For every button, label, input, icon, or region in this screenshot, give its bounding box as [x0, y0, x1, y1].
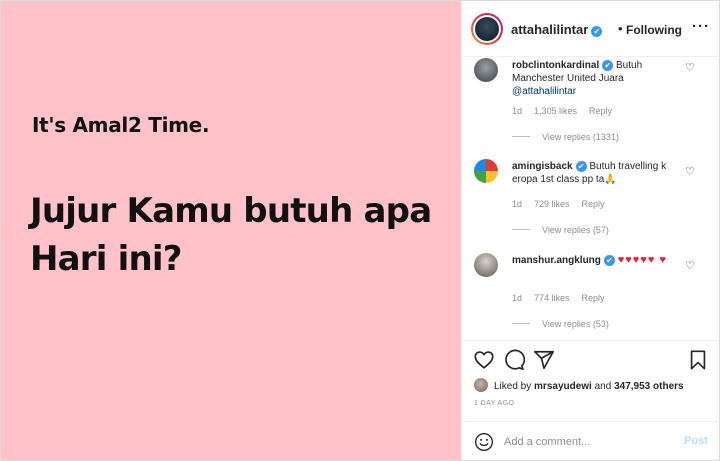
header-separator: • [618, 21, 623, 36]
comment-reply-button[interactable]: Reply [589, 106, 612, 116]
comment-body: robclintonkardinal ✔ Butuh Manchester Uni… [512, 59, 684, 98]
commenter-username[interactable]: amingisback [512, 161, 573, 172]
post-actions: Liked by mrsayudewi and 347,953 others 1… [462, 340, 720, 460]
comment-meta: 1d 729 likes Reply [512, 199, 617, 209]
author-avatar[interactable] [471, 13, 503, 45]
comment-meta: 1d 1,305 likes Reply [512, 106, 624, 116]
post-image-question-line-b: Hari ini? [30, 239, 183, 279]
verified-badge-icon: ✔ [603, 255, 615, 266]
view-replies-button[interactable]: View replies (1331) [512, 132, 619, 142]
comment-age: 1d [512, 293, 523, 303]
comment-like-heart-icon[interactable]: ♡ [685, 165, 695, 178]
post-image-caption-line1: It's Amal2 Time. [32, 113, 210, 137]
heart-icon[interactable] [473, 349, 495, 371]
author-username[interactable]: attahalilintar ✔ [511, 22, 603, 37]
commenter-avatar[interactable] [474, 58, 498, 82]
post-image-caption-question: Jujur Kamu butuh apa Hari ini? [30, 187, 432, 283]
post-image-question-line-a: Jujur Kamu butuh apa [30, 191, 432, 231]
liker-avatar[interactable] [474, 378, 488, 392]
comment-reply-button[interactable]: Reply [582, 199, 605, 209]
view-replies-button[interactable]: View replies (57) [512, 225, 609, 235]
verified-badge-icon: ✔ [575, 161, 587, 172]
comment-reply-button[interactable]: Reply [582, 293, 605, 303]
comment-like-heart-icon[interactable]: ♡ [685, 259, 695, 272]
comment-likes-count[interactable]: 729 likes [534, 199, 570, 209]
likes-others-count[interactable]: 347,953 others [614, 381, 684, 392]
view-replies-label[interactable]: View replies (53) [542, 319, 609, 329]
add-comment-bar: Post [462, 421, 720, 461]
post-header: attahalilintar ✔ • Following ··· [462, 1, 720, 57]
likes-conjunction: and [594, 381, 612, 392]
comment-like-heart-icon[interactable]: ♡ [685, 61, 695, 74]
verified-badge-icon: ✔ [591, 26, 603, 37]
avatar-image [475, 17, 499, 41]
add-comment-input[interactable] [504, 434, 674, 450]
comments-list[interactable]: robclintonkardinal ✔ Butuh Manchester Uni… [462, 58, 720, 340]
liker-username[interactable]: mrsayudewi [534, 381, 592, 392]
share-icon[interactable] [533, 349, 555, 371]
likes-summary: Liked by mrsayudewi and 347,953 others [474, 378, 684, 394]
commenter-username[interactable]: robclintonkardinal [512, 60, 599, 71]
post-timestamp[interactable]: 1 DAY AGO [474, 400, 514, 407]
post-image[interactable]: It's Amal2 Time. Jujur Kamu butuh apa Ha… [1, 1, 461, 460]
commenter-username[interactable]: manshur.angklung [512, 255, 601, 266]
replies-divider [512, 229, 530, 230]
commenter-avatar[interactable] [474, 253, 498, 277]
replies-divider [512, 323, 530, 324]
comment-likes-count[interactable]: 1,305 likes [534, 106, 577, 116]
post-side-panel: attahalilintar ✔ • Following ··· robclint… [461, 1, 720, 460]
verified-badge-icon: ✔ [602, 60, 614, 71]
comment-body: amingisback ✔ Butuh travelling k eropa 1s… [512, 160, 684, 186]
view-replies-button[interactable]: View replies (53) [512, 319, 609, 329]
view-replies-label[interactable]: View replies (57) [542, 225, 609, 235]
commenter-avatar[interactable] [474, 159, 498, 183]
emoji-icon[interactable] [474, 432, 494, 452]
author-username-text[interactable]: attahalilintar [511, 22, 588, 37]
likes-prefix: Liked by [494, 381, 532, 392]
comment-age: 1d [512, 106, 523, 116]
bookmark-icon[interactable] [687, 349, 709, 371]
comment-meta: 1d 774 likes Reply [512, 293, 617, 303]
comment-likes-count[interactable]: 774 likes [534, 293, 570, 303]
post-comment-button[interactable]: Post [684, 435, 708, 447]
comment-age: 1d [512, 199, 523, 209]
replies-divider [512, 136, 530, 137]
comment-icon[interactable] [503, 349, 525, 371]
comment-mention-link[interactable]: @attahalilintar [512, 86, 576, 97]
more-options-icon[interactable]: ··· [692, 18, 710, 35]
comment-text: ♥♥♥♥♥ ♥ [617, 254, 667, 266]
comment-body: manshur.angklung ✔ ♥♥♥♥♥ ♥ [512, 254, 684, 267]
view-replies-label[interactable]: View replies (1331) [542, 132, 619, 142]
following-button[interactable]: Following [626, 23, 682, 37]
